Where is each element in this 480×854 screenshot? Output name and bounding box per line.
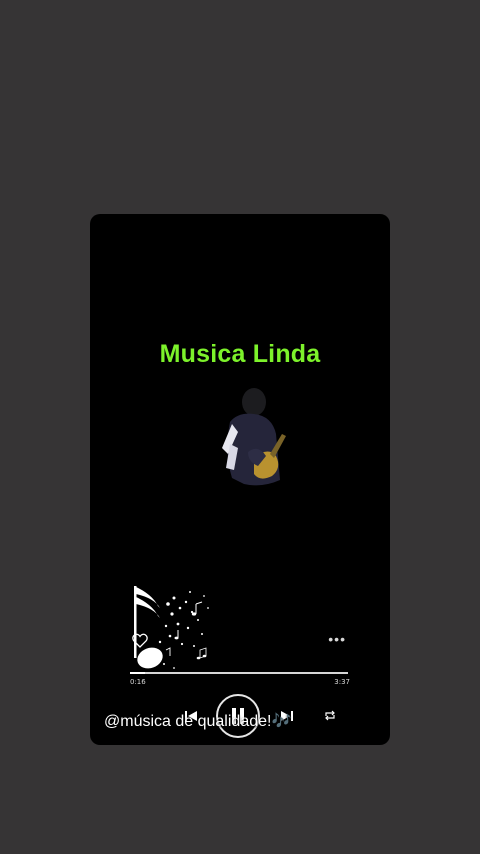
repeat-icon[interactable] xyxy=(324,710,336,721)
video-title: Musica Linda xyxy=(159,340,321,368)
video-caption: @música de qualidade!🎶 xyxy=(104,713,292,730)
screen: Musica Linda ••• 0:16 3:37 @música de qu… xyxy=(0,0,480,854)
progress-fill xyxy=(130,672,146,674)
total-time: 3:37 xyxy=(334,678,350,686)
music-note-art xyxy=(134,586,209,669)
video-player[interactable]: Musica Linda ••• 0:16 3:37 @música de qu… xyxy=(90,214,390,745)
more-icon[interactable]: ••• xyxy=(328,632,346,646)
elapsed-time: 0:16 xyxy=(130,678,146,686)
heart-icon[interactable] xyxy=(132,633,148,648)
guitarist-figure xyxy=(222,388,286,486)
progress-bar[interactable] xyxy=(130,672,348,674)
